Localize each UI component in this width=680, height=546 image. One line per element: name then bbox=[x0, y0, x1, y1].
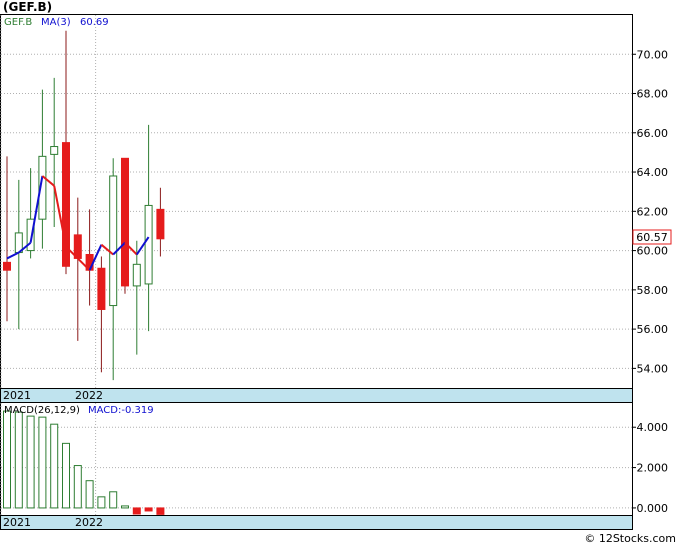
stock-chart: (GEF.B) 54.00 56.00 58.00 60.00 62.00 64.00 66… bbox=[0, 0, 676, 545]
price-tick-label: 66.00 bbox=[637, 127, 669, 140]
macd-bar bbox=[38, 416, 47, 509]
ma-label: MA(3) bbox=[41, 17, 71, 28]
macd-bar bbox=[132, 507, 141, 515]
candle-body bbox=[144, 204, 153, 285]
macd-tick-label: 0.000 bbox=[637, 502, 669, 515]
price-tick-label: 54.00 bbox=[637, 362, 669, 375]
macd-bar bbox=[14, 411, 23, 509]
macd-bar bbox=[109, 491, 118, 509]
macd-panel bbox=[0, 402, 633, 516]
price-xaxis-label-2021: 2021 bbox=[3, 389, 31, 402]
price-tick-label: 62.00 bbox=[637, 205, 669, 218]
macd-bar bbox=[50, 423, 59, 509]
macd-bar bbox=[73, 465, 82, 509]
candle-body bbox=[156, 208, 165, 240]
macd-bar bbox=[85, 480, 94, 509]
candle-body bbox=[109, 175, 118, 307]
macd-tick-label: 2.000 bbox=[637, 462, 669, 475]
price-tick-label: 64.00 bbox=[637, 166, 669, 179]
last-price-value: 60.57 bbox=[636, 231, 668, 244]
macd-label: MACD(26,12,9) bbox=[4, 405, 80, 416]
candle-body bbox=[132, 263, 141, 287]
macd-bar bbox=[26, 415, 35, 509]
candle-body bbox=[50, 146, 59, 155]
macd-xaxis-label-2021: 2021 bbox=[3, 516, 31, 529]
price-tick-label: 70.00 bbox=[637, 48, 669, 61]
macd-bar bbox=[121, 505, 129, 509]
macd-bar bbox=[156, 507, 165, 515]
price-tick-label: 58.00 bbox=[637, 284, 669, 297]
macd-value: MACD:-0.319 bbox=[88, 405, 154, 416]
macd-bar bbox=[97, 496, 106, 509]
price-axis-ticks: 54.00 56.00 58.00 60.00 62.00 64.00 66.00 68.00… bbox=[632, 48, 668, 375]
symbol-label: GEF.B bbox=[4, 17, 32, 28]
chart-title: (GEF.B) bbox=[3, 0, 52, 14]
candle-body bbox=[3, 261, 11, 271]
macd-bar bbox=[144, 507, 153, 512]
price-tick-label: 56.00 bbox=[637, 323, 669, 336]
macd-bar bbox=[62, 442, 70, 509]
price-xaxis-label-2022: 2022 bbox=[75, 389, 103, 402]
price-tick-label: 60.00 bbox=[637, 245, 669, 258]
candle-body bbox=[97, 267, 106, 310]
ma-value: 60.69 bbox=[80, 17, 109, 28]
candle-body bbox=[121, 157, 129, 287]
macd-bar bbox=[3, 410, 11, 509]
macd-xaxis-label-2022: 2022 bbox=[75, 516, 103, 529]
copyright: © 12Stocks.com bbox=[584, 532, 676, 545]
macd-tick-label: 4.000 bbox=[637, 421, 669, 434]
macd-axis-ticks: 0.000 2.000 4.000 bbox=[632, 421, 668, 515]
price-tick-label: 68.00 bbox=[637, 88, 669, 101]
